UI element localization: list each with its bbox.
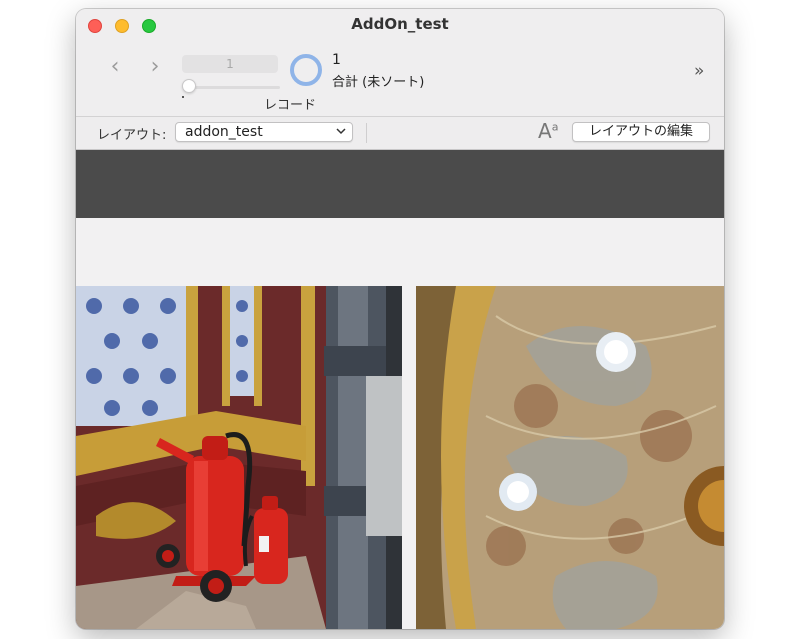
window-title: AddOn_test — [351, 15, 449, 33]
ring-icon — [290, 54, 322, 86]
layout-bar: レイアウト: addon_test Aa レイアウトの編集 — [76, 117, 724, 150]
slider-tick — [182, 96, 184, 98]
layout-label: レイアウト: — [97, 128, 167, 143]
record-slider-track[interactable] — [184, 86, 280, 89]
photo-ornate-ceiling — [416, 286, 724, 629]
chevron-right-icon[interactable]: › — [146, 56, 164, 79]
title-bar: AddOn_test ‹ › 1 レコード 1 合計 (未ソート) » — [76, 9, 724, 117]
record-slider-knob[interactable] — [182, 79, 196, 93]
record-label: レコード — [263, 98, 316, 113]
record-number-field[interactable]: 1 — [182, 55, 278, 73]
layout-select-value: addon_test — [185, 124, 263, 140]
app-window: AddOn_test ‹ › 1 レコード 1 合計 (未ソート) » レイアウ… — [76, 9, 724, 629]
chevron-down-icon — [336, 128, 346, 135]
chevron-left-icon[interactable]: ‹ — [106, 56, 124, 79]
photo-fire-extinguishers — [76, 286, 402, 629]
font-size-icon[interactable]: Aa — [538, 119, 558, 143]
double-chevron-right-icon[interactable]: » — [694, 61, 704, 81]
edit-layout-button[interactable]: レイアウトの編集 — [572, 122, 710, 142]
layout-select[interactable]: addon_test — [175, 122, 353, 142]
found-count: 1 — [332, 52, 341, 68]
found-status: 合計 (未ソート) — [332, 75, 425, 90]
layout-header-band — [76, 150, 724, 218]
toolbar-divider — [366, 123, 367, 143]
